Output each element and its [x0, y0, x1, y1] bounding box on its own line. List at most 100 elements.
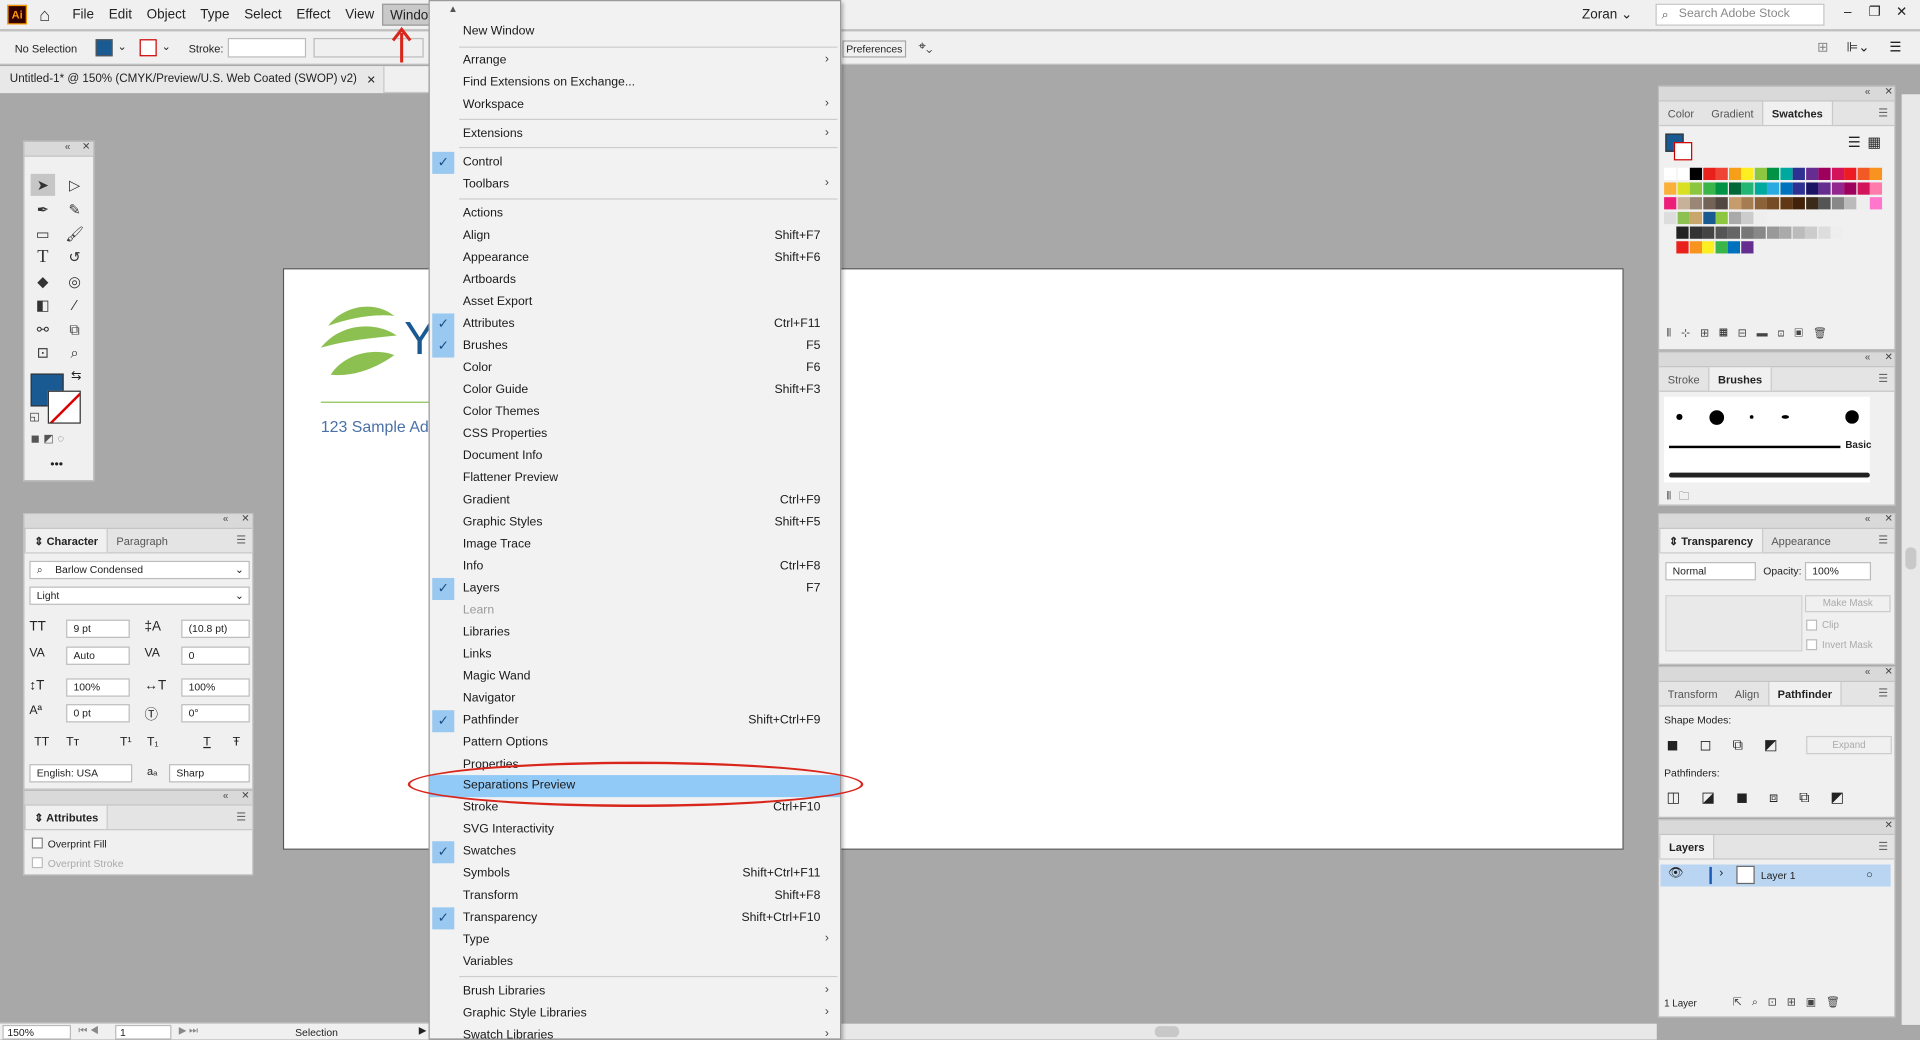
- swatch[interactable]: [1830, 226, 1843, 239]
- swatch[interactable]: [1792, 197, 1805, 210]
- collapse-icon[interactable]: «: [1865, 86, 1870, 97]
- make-mask-button[interactable]: Make Mask: [1804, 595, 1891, 613]
- menu-item-workspace[interactable]: Workspace ›: [430, 94, 840, 116]
- superscript-button[interactable]: T¹: [120, 736, 132, 749]
- swatch[interactable]: [1702, 211, 1715, 225]
- tab-layers[interactable]: Layers: [1659, 835, 1715, 859]
- artboard-tool-icon[interactable]: ⊡: [31, 342, 55, 364]
- menu-item-artboards[interactable]: Artboards: [430, 269, 840, 291]
- overprint-stroke-checkbox[interactable]: [31, 857, 43, 869]
- swatch[interactable]: [1715, 211, 1728, 225]
- menu-object[interactable]: Object: [139, 4, 193, 26]
- menu-item-image-trace[interactable]: Image Trace: [430, 534, 840, 556]
- layer-actions-icons[interactable]: ⇱⌕⊡⊞▣🗑: [1733, 996, 1850, 1009]
- swatch[interactable]: [1702, 182, 1715, 195]
- panel-menu-icon[interactable]: ☰: [1878, 840, 1888, 853]
- underline-button[interactable]: T: [203, 736, 210, 749]
- tab-align[interactable]: Align: [1726, 682, 1768, 705]
- expand-button[interactable]: Expand: [1806, 735, 1892, 755]
- baseline-shift-field[interactable]: 0 pt: [66, 704, 130, 723]
- menu-item-asset-export[interactable]: Asset Export: [430, 291, 840, 313]
- close-tab-icon[interactable]: ✕: [367, 66, 376, 93]
- swatch[interactable]: [1831, 197, 1844, 210]
- tab-stroke[interactable]: Stroke: [1659, 367, 1708, 390]
- menu-item-align[interactable]: Align Shift+F7: [430, 225, 840, 247]
- font-family-field[interactable]: ⌕ Barlow Condensed ⌄: [29, 560, 250, 580]
- swatch[interactable]: [1702, 167, 1715, 181]
- swatch[interactable]: [1856, 182, 1870, 195]
- horizontal-scale-field[interactable]: 100%: [181, 678, 250, 697]
- brush-dot[interactable]: [1749, 415, 1754, 419]
- collapse-icon[interactable]: «: [1865, 351, 1870, 362]
- rectangle-tool-icon[interactable]: ▭: [31, 223, 55, 245]
- pathfinder-icons[interactable]: ◫◪◼⧈⧉◩: [1667, 789, 1866, 807]
- artboard-number-field[interactable]: 1: [115, 1024, 172, 1040]
- swatch[interactable]: [1727, 241, 1741, 254]
- swatch[interactable]: [1689, 241, 1702, 254]
- menu-item-libraries[interactable]: Libraries: [430, 622, 840, 644]
- swatch[interactable]: [1741, 197, 1754, 210]
- menu-item-attributes[interactable]: ✓ Attributes Ctrl+F11: [430, 313, 840, 336]
- swatch[interactable]: [1779, 182, 1793, 195]
- tab-color[interactable]: Color: [1659, 102, 1702, 125]
- menu-item-new-window[interactable]: New Window: [430, 21, 840, 43]
- stroke-dropdown-icon[interactable]: ⌄: [162, 40, 171, 53]
- swatch[interactable]: [1728, 167, 1741, 181]
- brush-dot[interactable]: [1709, 410, 1725, 425]
- swatch[interactable]: [1805, 182, 1818, 195]
- swatch[interactable]: [1831, 182, 1844, 195]
- swatch[interactable]: [1817, 226, 1831, 239]
- menu-item-toolbars[interactable]: Toolbars ›: [430, 174, 840, 196]
- menu-item-appearance[interactable]: Appearance Shift+F6: [430, 247, 840, 269]
- all-caps-button[interactable]: TT: [34, 736, 49, 749]
- menu-item-document-info[interactable]: Document Info: [430, 446, 840, 468]
- document-tab[interactable]: Untitled-1* @ 150% (CMYK/Preview/U.S. We…: [0, 66, 385, 94]
- tab-attributes[interactable]: ⇕ Attributes: [24, 805, 109, 829]
- swatch[interactable]: [1689, 226, 1702, 239]
- menu-item-magic-wand[interactable]: Magic Wand: [430, 666, 840, 688]
- menu-item-brush-libraries[interactable]: Brush Libraries ›: [430, 981, 840, 1003]
- swatch[interactable]: [1676, 197, 1690, 210]
- swatch[interactable]: [1779, 226, 1792, 239]
- zoom-field[interactable]: 150%: [2, 1024, 72, 1040]
- collapse-icon[interactable]: «: [1865, 513, 1870, 524]
- swatch[interactable]: [1844, 182, 1857, 195]
- brush-dot[interactable]: [1845, 410, 1859, 424]
- layer-name[interactable]: Layer 1: [1761, 869, 1796, 881]
- menu-item-color-themes[interactable]: Color Themes: [430, 402, 840, 424]
- collapse-icon[interactable]: «: [65, 141, 70, 152]
- swatch[interactable]: [1728, 182, 1741, 195]
- collapse-icon[interactable]: «: [223, 790, 228, 801]
- horizontal-scrollbar[interactable]: [841, 1023, 1657, 1040]
- swatch[interactable]: [1664, 211, 1677, 225]
- swatch[interactable]: [1818, 167, 1831, 181]
- menu-item-flattener-preview[interactable]: Flattener Preview: [430, 468, 840, 490]
- panel-menu-icon[interactable]: ☰: [1878, 534, 1888, 547]
- scroll-thumb[interactable]: [1905, 547, 1917, 570]
- swatch[interactable]: [1715, 182, 1728, 195]
- close-icon[interactable]: ✕: [1885, 86, 1893, 97]
- scroll-up-icon[interactable]: ▲: [448, 4, 458, 15]
- menu-item-links[interactable]: Links: [430, 644, 840, 666]
- brush-stroke[interactable]: [1668, 472, 1870, 478]
- font-style-field[interactable]: Light ⌄: [29, 586, 250, 605]
- swatch[interactable]: [1714, 241, 1728, 254]
- stock-search-input[interactable]: ⌕ Search Adobe Stock: [1655, 3, 1825, 26]
- swatch[interactable]: [1856, 167, 1870, 181]
- gradient-tool-icon[interactable]: ◧: [31, 294, 55, 316]
- swatch[interactable]: [1741, 167, 1754, 181]
- arrange-icon[interactable]: ⌖⌄: [918, 39, 932, 55]
- stroke-swatch[interactable]: [139, 39, 157, 57]
- more-tools-icon[interactable]: •••: [50, 458, 63, 471]
- tab-brushes[interactable]: Brushes: [1708, 367, 1772, 391]
- swatch[interactable]: [1676, 226, 1689, 239]
- swatch[interactable]: [1664, 197, 1677, 210]
- status-arrow-icon[interactable]: ▶: [419, 1025, 427, 1036]
- type-tool-icon[interactable]: T: [31, 246, 55, 268]
- menu-item-brushes[interactable]: ✓ Brushes F5: [430, 335, 840, 358]
- stroke-weight-field[interactable]: [227, 37, 307, 58]
- vertical-scale-field[interactable]: 100%: [66, 678, 130, 697]
- default-colors-icon[interactable]: ◱: [29, 410, 39, 423]
- collapse-icon[interactable]: «: [223, 513, 228, 524]
- minimize-icon[interactable]: –: [1836, 4, 1860, 25]
